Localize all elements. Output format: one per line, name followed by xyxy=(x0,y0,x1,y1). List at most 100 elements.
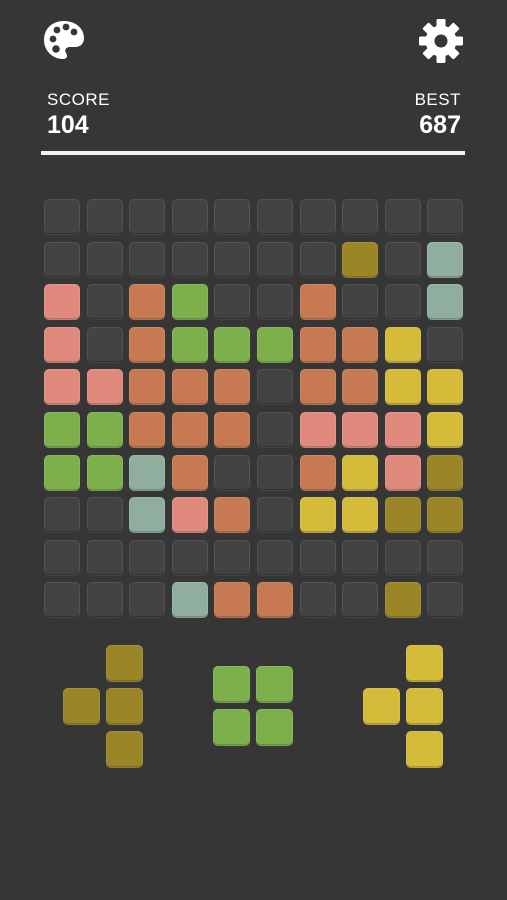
settings-button[interactable] xyxy=(418,18,463,63)
board-cell-filled[interactable] xyxy=(171,326,208,363)
board-cell-filled[interactable] xyxy=(129,369,166,406)
board-cell-empty[interactable] xyxy=(44,199,80,235)
board-cell-empty[interactable] xyxy=(171,199,208,235)
board-cell-filled[interactable] xyxy=(129,326,166,363)
board-cell-filled[interactable] xyxy=(171,412,208,448)
board-cell-empty[interactable] xyxy=(86,497,123,534)
board-cell-empty[interactable] xyxy=(86,199,123,235)
board-cell-filled[interactable] xyxy=(384,454,421,491)
board-cell-filled[interactable] xyxy=(86,412,123,448)
piece-slot-3[interactable] xyxy=(363,645,445,769)
board-cell-empty[interactable] xyxy=(257,369,293,406)
board-cell-filled[interactable] xyxy=(299,369,336,406)
board-cell-empty[interactable] xyxy=(171,539,208,576)
board-cell-filled[interactable] xyxy=(299,284,336,321)
board-cell-filled[interactable] xyxy=(299,326,336,363)
board-cell-filled[interactable] xyxy=(427,454,464,491)
board-cell-filled[interactable] xyxy=(44,412,80,448)
board-cell-empty[interactable] xyxy=(214,539,251,576)
board-cell-filled[interactable] xyxy=(427,284,464,321)
board-cell-filled[interactable] xyxy=(129,412,166,448)
board-cell-filled[interactable] xyxy=(171,582,208,619)
board-cell-empty[interactable] xyxy=(44,539,80,576)
game-board[interactable] xyxy=(44,199,466,621)
board-cell-empty[interactable] xyxy=(257,539,293,576)
board-cell-empty[interactable] xyxy=(214,454,251,491)
board-cell-empty[interactable] xyxy=(299,241,336,278)
board-cell-empty[interactable] xyxy=(299,582,336,619)
board-cell-filled[interactable] xyxy=(427,497,464,534)
board-cell-filled[interactable] xyxy=(214,497,251,534)
board-cell-empty[interactable] xyxy=(384,199,421,235)
board-cell-filled[interactable] xyxy=(342,412,379,448)
board-cell-filled[interactable] xyxy=(86,454,123,491)
board-cell-filled[interactable] xyxy=(44,369,80,406)
board-cell-empty[interactable] xyxy=(171,241,208,278)
board-cell-filled[interactable] xyxy=(214,326,251,363)
board-cell-empty[interactable] xyxy=(86,241,123,278)
board-cell-filled[interactable] xyxy=(171,497,208,534)
board-cell-filled[interactable] xyxy=(342,497,379,534)
board-cell-empty[interactable] xyxy=(86,284,123,321)
board-cell-filled[interactable] xyxy=(427,369,464,406)
board-cell-empty[interactable] xyxy=(299,539,336,576)
board-cell-empty[interactable] xyxy=(86,582,123,619)
board-cell-empty[interactable] xyxy=(342,284,379,321)
board-cell-filled[interactable] xyxy=(384,326,421,363)
board-cell-filled[interactable] xyxy=(299,497,336,534)
board-cell-empty[interactable] xyxy=(384,241,421,278)
board-cell-filled[interactable] xyxy=(171,369,208,406)
piece-slot-2[interactable] xyxy=(213,666,295,748)
board-cell-empty[interactable] xyxy=(427,326,464,363)
board-cell-filled[interactable] xyxy=(214,412,251,448)
board-cell-filled[interactable] xyxy=(342,326,379,363)
board-cell-empty[interactable] xyxy=(427,582,464,619)
board-cell-filled[interactable] xyxy=(44,284,80,321)
board-cell-empty[interactable] xyxy=(257,241,293,278)
board-cell-empty[interactable] xyxy=(214,199,251,235)
board-cell-filled[interactable] xyxy=(129,497,166,534)
board-cell-filled[interactable] xyxy=(299,454,336,491)
board-cell-empty[interactable] xyxy=(427,539,464,576)
board-cell-empty[interactable] xyxy=(384,284,421,321)
board-cell-filled[interactable] xyxy=(171,454,208,491)
board-cell-empty[interactable] xyxy=(257,454,293,491)
board-cell-empty[interactable] xyxy=(44,582,80,619)
board-cell-filled[interactable] xyxy=(129,454,166,491)
board-cell-filled[interactable] xyxy=(257,582,293,619)
board-cell-empty[interactable] xyxy=(214,284,251,321)
board-cell-empty[interactable] xyxy=(299,199,336,235)
board-cell-filled[interactable] xyxy=(384,497,421,534)
board-cell-filled[interactable] xyxy=(257,326,293,363)
board-cell-empty[interactable] xyxy=(129,241,166,278)
board-cell-empty[interactable] xyxy=(342,582,379,619)
board-cell-empty[interactable] xyxy=(129,582,166,619)
board-cell-filled[interactable] xyxy=(384,582,421,619)
board-cell-empty[interactable] xyxy=(342,199,379,235)
board-cell-filled[interactable] xyxy=(86,369,123,406)
board-cell-empty[interactable] xyxy=(342,539,379,576)
board-cell-empty[interactable] xyxy=(44,241,80,278)
board-cell-empty[interactable] xyxy=(427,199,464,235)
board-cell-filled[interactable] xyxy=(342,369,379,406)
board-cell-empty[interactable] xyxy=(129,539,166,576)
board-cell-filled[interactable] xyxy=(342,241,379,278)
board-cell-filled[interactable] xyxy=(342,454,379,491)
board-cell-filled[interactable] xyxy=(214,582,251,619)
board-cell-empty[interactable] xyxy=(129,199,166,235)
board-cell-filled[interactable] xyxy=(129,284,166,321)
board-cell-empty[interactable] xyxy=(257,412,293,448)
board-cell-filled[interactable] xyxy=(384,412,421,448)
board-cell-empty[interactable] xyxy=(86,539,123,576)
board-cell-filled[interactable] xyxy=(171,284,208,321)
palette-button[interactable] xyxy=(42,18,86,62)
board-cell-filled[interactable] xyxy=(427,412,464,448)
board-cell-filled[interactable] xyxy=(44,454,80,491)
board-cell-empty[interactable] xyxy=(44,497,80,534)
board-cell-empty[interactable] xyxy=(214,241,251,278)
board-cell-empty[interactable] xyxy=(257,199,293,235)
board-cell-empty[interactable] xyxy=(384,539,421,576)
board-cell-filled[interactable] xyxy=(214,369,251,406)
board-cell-filled[interactable] xyxy=(299,412,336,448)
board-cell-filled[interactable] xyxy=(384,369,421,406)
